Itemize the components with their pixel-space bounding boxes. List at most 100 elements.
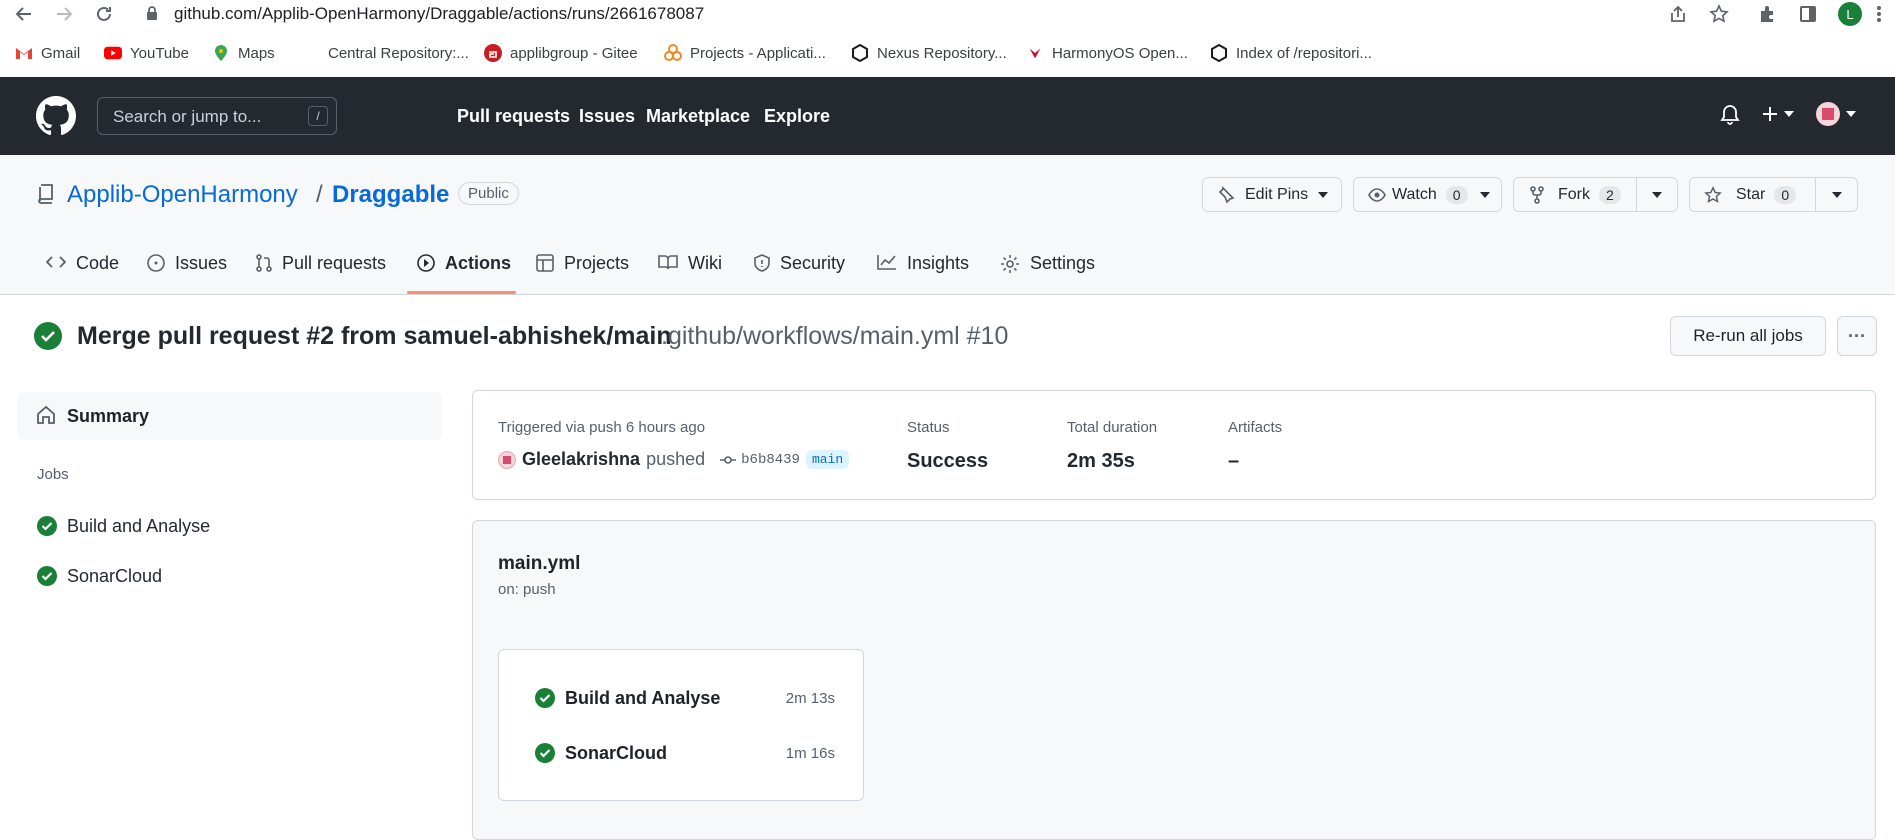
lock-icon[interactable] (146, 6, 158, 20)
tab-insights[interactable]: Insights (877, 253, 969, 295)
sidepanel-icon[interactable] (1798, 4, 1818, 24)
share-icon[interactable] (1668, 4, 1688, 24)
commit-link[interactable]: b6b8439 (719, 452, 800, 468)
duration-value: 2m 35s (1067, 450, 1135, 472)
tab-code[interactable]: Code (46, 253, 119, 295)
bookmark-gitee[interactable]: applibgroup - Gitee (484, 38, 638, 68)
eye-icon (1368, 187, 1386, 202)
star-icon (1704, 185, 1722, 203)
actor-link[interactable]: Gleelakrishna (522, 449, 640, 470)
home-icon (36, 405, 56, 425)
profile-avatar[interactable]: L (1838, 2, 1862, 26)
bookmark-index-of-repositories[interactable]: Index of /repositori... (1210, 38, 1372, 68)
caret-down-icon (1784, 111, 1794, 117)
run-title: Merge pull request #2 from samuel-abhish… (77, 322, 672, 350)
star-button[interactable]: Star 0 (1689, 177, 1816, 212)
workflow-file-name: main.yml (498, 553, 581, 574)
tab-issues[interactable]: Issues (147, 253, 227, 295)
star-dropdown-button[interactable] (1815, 177, 1858, 212)
create-new-dropdown[interactable] (1760, 104, 1794, 124)
pull-request-icon (256, 254, 272, 272)
tab-wiki[interactable]: Wiki (658, 253, 722, 295)
bookmark-youtube[interactable]: YouTube (104, 38, 189, 68)
watch-button[interactable]: Watch 0 (1353, 177, 1502, 212)
fork-icon (1530, 185, 1544, 204)
tab-security[interactable]: Security (754, 253, 845, 295)
edit-pins-button[interactable]: Edit Pins (1202, 177, 1342, 212)
user-menu-dropdown[interactable] (1816, 102, 1856, 126)
commit-icon (720, 455, 737, 464)
caret-down-icon (1479, 191, 1490, 198)
repo-owner-link[interactable]: Applib-OpenHarmony (67, 181, 298, 209)
search-shortcut-key: / (308, 106, 328, 126)
workflow-graph: main.yml on: push Build and Analyse 2m 1… (472, 520, 1876, 840)
projects-icon (664, 44, 682, 62)
nav-pull-requests[interactable]: Pull requests (457, 106, 570, 127)
notifications-bell-icon[interactable] (1720, 104, 1740, 126)
actor-avatar (498, 450, 516, 469)
bookmark-harmonyos[interactable]: HarmonyOS Open... (1026, 38, 1188, 68)
browser-menu-icon[interactable] (1876, 4, 1882, 24)
gmail-icon (15, 44, 33, 62)
branch-badge[interactable]: main (805, 450, 850, 469)
duration-label: Total duration (1067, 419, 1158, 436)
youtube-icon (104, 44, 122, 62)
more-options-button[interactable]: ··· (1837, 316, 1877, 356)
reload-icon[interactable] (94, 4, 114, 24)
shield-icon (754, 254, 770, 272)
artifacts-value: – (1228, 450, 1240, 472)
tab-settings[interactable]: Settings (1000, 253, 1095, 295)
status-value: Success (907, 450, 989, 472)
sidebar-summary[interactable]: Summary (17, 392, 442, 440)
bookmark-star-icon[interactable] (1709, 4, 1729, 24)
github-header: Search or jump to... / Pull requests Iss… (0, 77, 1895, 155)
visibility-badge: Public (458, 182, 519, 205)
run-summary-card: Triggered via push 6 hours ago Gleelakri… (472, 390, 1876, 500)
graph-job-sonarcloud[interactable]: SonarCloud 1m 16s (535, 741, 835, 765)
repo-icon (38, 184, 54, 204)
back-icon[interactable] (14, 4, 34, 24)
tab-actions[interactable]: Actions (417, 253, 511, 295)
success-check-icon (37, 566, 57, 586)
rerun-all-jobs-button[interactable]: Re-run all jobs (1670, 316, 1826, 356)
bookmark-nexus-repository[interactable]: Nexus Repository... (851, 38, 1007, 68)
fork-button[interactable]: Fork 2 (1513, 177, 1637, 212)
success-check-icon (535, 688, 555, 708)
address-bar[interactable]: github.com/Applib-OpenHarmony/Draggable/… (174, 4, 704, 24)
user-avatar (1816, 102, 1840, 126)
fork-dropdown-button[interactable] (1636, 177, 1678, 212)
tab-projects[interactable]: Projects (536, 253, 629, 295)
bookmark-maps[interactable]: Maps (212, 38, 275, 68)
job-duration: 2m 13s (785, 689, 835, 707)
bookmark-projects[interactable]: Projects - Applicati... (664, 38, 826, 68)
jobs-group: Build and Analyse 2m 13s SonarCloud 1m 1… (498, 649, 864, 801)
sidebar-job-build-and-analyse[interactable]: Build and Analyse (37, 514, 210, 538)
extensions-icon[interactable] (1758, 4, 1778, 24)
browser-toolbar: github.com/Applib-OpenHarmony/Draggable/… (0, 0, 1895, 28)
nav-issues[interactable]: Issues (579, 106, 635, 127)
nexus-icon (851, 44, 869, 62)
nav-marketplace[interactable]: Marketplace (646, 106, 750, 127)
github-logo-icon[interactable] (36, 96, 76, 136)
bookmark-central-repository[interactable]: Central Repository:... (328, 38, 469, 68)
nav-explore[interactable]: Explore (764, 106, 830, 127)
graph-job-build-and-analyse[interactable]: Build and Analyse 2m 13s (535, 686, 835, 710)
forward-icon[interactable] (54, 4, 74, 24)
nexus-icon (1210, 44, 1228, 62)
star-count: 0 (1774, 185, 1797, 204)
repo-name-link[interactable]: Draggable (332, 181, 449, 209)
trigger-info: Triggered via push 6 hours ago (498, 419, 706, 436)
sidebar-job-sonarcloud[interactable]: SonarCloud (37, 564, 162, 588)
status-label: Status (907, 419, 950, 436)
workflow-path[interactable]: .github/workflows/main.yml #10 (661, 322, 1008, 351)
watch-count: 0 (1445, 185, 1468, 204)
book-icon (658, 254, 678, 270)
jobs-header: Jobs (37, 466, 69, 483)
issue-icon (147, 254, 165, 272)
success-check-icon (37, 516, 57, 536)
bookmark-gmail[interactable]: Gmail (15, 38, 80, 68)
search-input[interactable]: Search or jump to... / (97, 97, 337, 135)
gitee-icon (484, 44, 502, 62)
tab-pull-requests[interactable]: Pull requests (256, 253, 386, 295)
code-icon (46, 254, 66, 270)
